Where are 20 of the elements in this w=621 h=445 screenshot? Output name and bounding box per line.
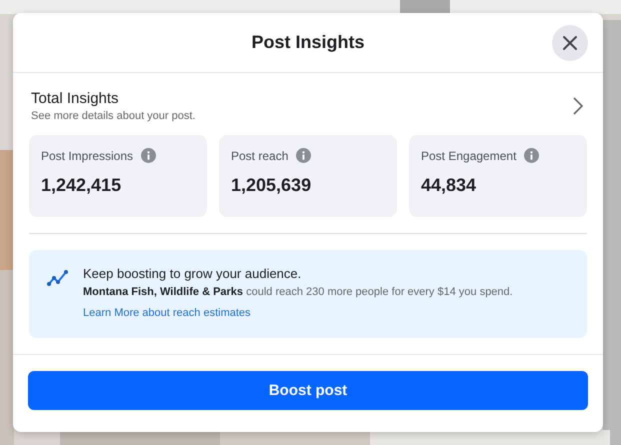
- metric-value: 1,242,415: [41, 175, 122, 196]
- trend-icon: [47, 268, 69, 288]
- tip-heading: Keep boosting to grow your audience.: [83, 266, 302, 281]
- chevron-right-icon[interactable]: [573, 97, 583, 115]
- section-title: Total Insights: [31, 90, 120, 107]
- metric-value: 1,205,639: [231, 175, 312, 196]
- info-icon[interactable]: [141, 148, 156, 163]
- section-subtitle: See more details about your post.: [31, 110, 196, 122]
- close-button[interactable]: [552, 25, 588, 61]
- metric-value: 44,834: [421, 175, 478, 196]
- learn-more-link[interactable]: Learn More about reach estimates: [83, 307, 513, 319]
- tip-text: Montana Fish, Wildlife & Parks could reach 230 more people for every $14 you spend.: [83, 286, 513, 298]
- metric-label: Post reach: [231, 148, 288, 162]
- close-icon: [562, 35, 578, 51]
- metric-label: Post Engagement: [421, 148, 516, 162]
- metric-label: Post Impressions: [41, 148, 134, 162]
- dialog-title: Post Insights: [251, 32, 364, 53]
- info-icon[interactable]: [524, 148, 540, 163]
- info-icon[interactable]: [296, 148, 312, 163]
- boost-post-button[interactable]: Boost post: [28, 371, 588, 410]
